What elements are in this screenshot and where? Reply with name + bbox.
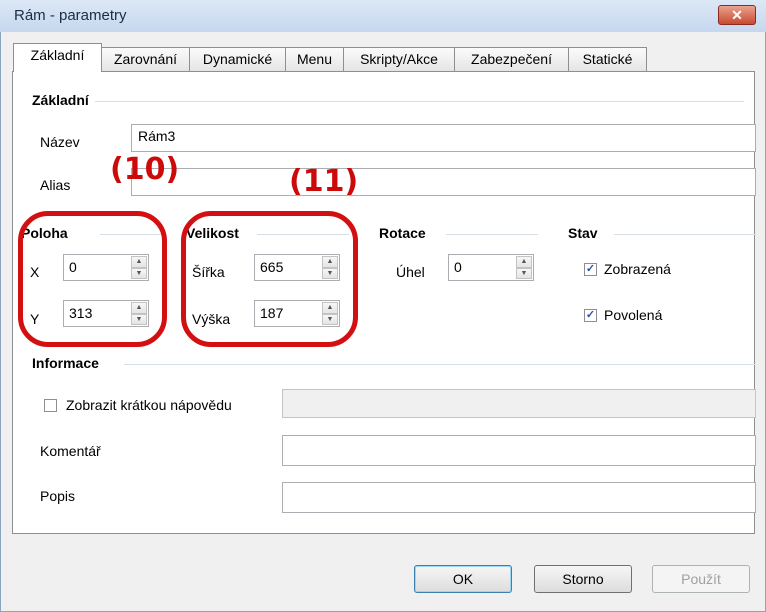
visible-checkbox[interactable]: ✓	[584, 263, 597, 276]
comment-input[interactable]	[282, 435, 756, 466]
tab-zabezpeceni[interactable]: Zabezpečení	[454, 47, 569, 71]
section-rotation-heading: Rotace	[379, 225, 432, 241]
cancel-button[interactable]: Storno	[534, 565, 632, 593]
window-title: Rám - parametry	[14, 7, 127, 24]
spin-up-icon[interactable]: ▲	[516, 256, 532, 268]
angle-spin-buttons: ▲ ▼	[516, 256, 532, 279]
alias-input[interactable]	[131, 168, 756, 196]
enabled-label: Povolená	[604, 307, 663, 323]
annotation-11: (11)	[289, 164, 359, 199]
tooltip-checkbox[interactable]	[44, 399, 57, 412]
tab-zakladni[interactable]: Základní	[13, 43, 102, 72]
spin-down-icon[interactable]: ▼	[516, 267, 532, 279]
angle-spinbox[interactable]: 0 ▲ ▼	[448, 254, 534, 281]
angle-value: 0	[454, 259, 462, 275]
tooltip-label: Zobrazit krátkou nápovědu	[66, 397, 232, 413]
section-basic-heading: Základní	[32, 92, 95, 108]
enabled-checkbox[interactable]: ✓	[584, 309, 597, 322]
close-button[interactable]: ✕	[718, 5, 756, 25]
section-divider	[124, 364, 756, 365]
annotation-box-10	[18, 211, 167, 347]
visible-label: Zobrazená	[604, 261, 671, 277]
comment-label: Komentář	[40, 443, 101, 459]
annotation-box-11	[181, 211, 358, 347]
ok-button[interactable]: OK	[414, 565, 512, 593]
tab-dynamicke[interactable]: Dynamické	[189, 47, 286, 71]
tab-skripty-akce[interactable]: Skripty/Akce	[343, 47, 455, 71]
apply-button[interactable]: Použít	[652, 565, 750, 593]
section-state-heading: Stav	[568, 225, 604, 241]
section-info-heading: Informace	[32, 355, 105, 371]
tab-staticke[interactable]: Statické	[568, 47, 647, 71]
name-input[interactable]: Rám3	[131, 124, 756, 152]
description-label: Popis	[40, 488, 76, 504]
alias-label: Alias	[40, 177, 71, 193]
tab-menu[interactable]: Menu	[285, 47, 344, 71]
section-divider	[614, 234, 756, 235]
annotation-10: (10)	[110, 152, 180, 187]
tab-zarovnani[interactable]: Zarovnání	[101, 47, 190, 71]
section-divider	[34, 101, 744, 102]
description-input[interactable]	[282, 482, 756, 513]
angle-label: Úhel	[396, 264, 425, 280]
tooltip-input[interactable]	[282, 389, 756, 418]
section-divider	[446, 234, 538, 235]
name-label: Název	[40, 134, 80, 150]
